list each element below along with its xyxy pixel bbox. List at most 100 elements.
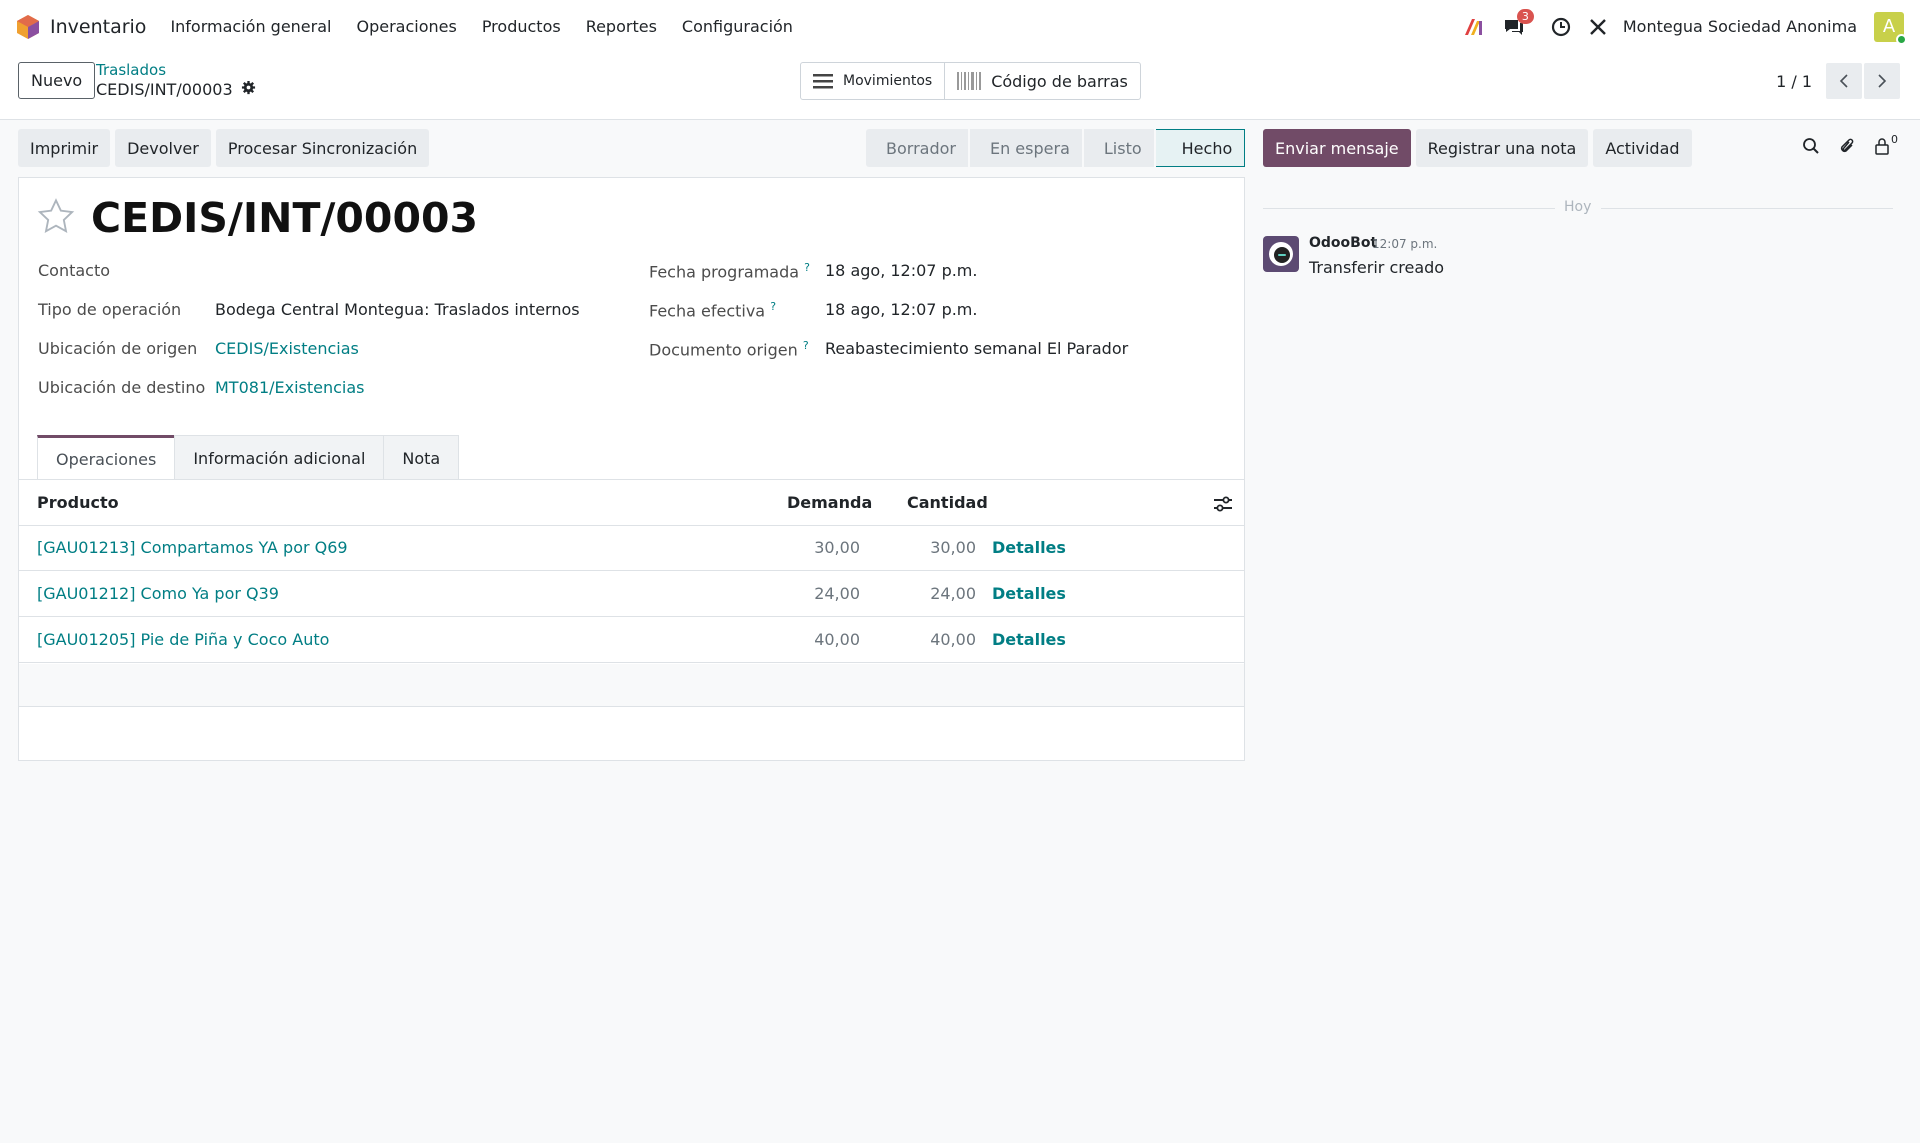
destination-location-link[interactable]: MT081/Existencias [215, 378, 365, 397]
product-link[interactable]: [GAU01213] Compartamos YA por Q69 [37, 538, 348, 557]
scheduled-date-value: 18 ago, 12:07 p.m. [825, 261, 978, 280]
table-row[interactable]: [GAU01212] Como Ya por Q39 24,00 24,00 D… [19, 572, 1244, 617]
pager-value[interactable]: 1 / 1 [1776, 72, 1812, 91]
quantity-cell[interactable]: 24,00 [896, 584, 976, 603]
quantity-cell[interactable]: 40,00 [896, 630, 976, 649]
tab-note[interactable]: Nota [383, 435, 460, 480]
debug-tools-icon[interactable] [1589, 18, 1607, 36]
effective-date-label-wrap: Fecha efectiva ? [649, 300, 776, 320]
details-button[interactable]: Detalles [992, 630, 1066, 649]
quantity-cell[interactable]: 30,00 [896, 538, 976, 557]
chevron-left-icon [1839, 74, 1848, 88]
breadcrumb-parent[interactable]: Traslados [96, 61, 166, 79]
search-icon[interactable] [1802, 137, 1820, 155]
destination-location-value-wrap: MT081/Existencias [215, 378, 365, 397]
record-title: CEDIS/INT/00003 [91, 194, 479, 242]
chatter-topbar: Enviar mensaje Registrar una nota Activi… [1263, 129, 1692, 167]
help-tooltip-icon[interactable]: ? [804, 261, 810, 274]
print-button[interactable]: Imprimir [18, 129, 111, 167]
notebook-tabs: Operaciones Información adicional Nota [37, 435, 460, 480]
demand-cell: 30,00 [814, 538, 860, 557]
tab-operations[interactable]: Operaciones [37, 435, 176, 480]
robot-icon [1269, 242, 1293, 266]
list-icon [813, 74, 833, 89]
pager-next-button[interactable] [1864, 63, 1900, 99]
destination-location-label-wrap: Ubicación de destino [38, 378, 205, 397]
source-location-label-wrap: Ubicación de origen [38, 339, 197, 358]
barcode-label: Código de barras [991, 71, 1128, 91]
details-button[interactable]: Detalles [992, 538, 1066, 557]
origin-document-value: Reabastecimiento semanal El Parador [825, 339, 1129, 358]
send-message-button[interactable]: Enviar mensaje [1263, 129, 1411, 167]
messages-icon[interactable]: 3 [1503, 8, 1534, 37]
barcode-smart-button[interactable]: Código de barras [945, 63, 1140, 99]
tab-additional-info[interactable]: Información adicional [174, 435, 385, 480]
stage-done[interactable]: Hecho [1155, 129, 1246, 167]
top-navbar: Inventario Información general Operacion… [0, 0, 1920, 53]
return-button[interactable]: Devolver [115, 129, 211, 167]
form-action-bar: Imprimir Devolver Procesar Sincronizació… [18, 129, 430, 167]
menu-item-overview[interactable]: Información general [170, 17, 331, 36]
column-demand[interactable]: Demanda [787, 493, 872, 512]
table-header: Producto Demanda Cantidad [19, 480, 1244, 526]
scheduled-date-value-wrap: 18 ago, 12:07 p.m. [825, 261, 977, 280]
menu-item-operations[interactable]: Operaciones [356, 17, 456, 36]
table-row[interactable]: [GAU01205] Pie de Piña y Coco Auto 40,00… [19, 618, 1244, 663]
activity-clock-icon[interactable] [1551, 17, 1571, 37]
chatter-icons: 0 [1802, 133, 1898, 155]
new-button[interactable]: Nuevo [18, 62, 96, 99]
help-tooltip-icon[interactable]: ? [803, 339, 809, 352]
star-icon[interactable] [37, 198, 75, 234]
studio-icon[interactable] [1463, 17, 1485, 37]
column-product[interactable]: Producto [37, 493, 119, 512]
source-location-link[interactable]: CEDIS/Existencias [215, 339, 359, 358]
company-switcher[interactable]: Montegua Sociedad Anonima [1623, 17, 1857, 36]
table-row[interactable]: [GAU01213] Compartamos YA por Q69 30,00 … [19, 526, 1244, 571]
stage-draft[interactable]: Borrador [866, 129, 968, 167]
messages-badge: 3 [1516, 8, 1534, 24]
main-menu: Información general Operaciones Producto… [170, 17, 818, 36]
paperclip-icon[interactable] [1838, 137, 1856, 155]
contact-label: Contacto [38, 261, 111, 280]
pager-previous-button[interactable] [1826, 63, 1862, 99]
message-body: Transferir creado [1309, 258, 1445, 277]
menu-item-products[interactable]: Productos [482, 17, 561, 36]
sync-button[interactable]: Procesar Sincronización [215, 129, 430, 167]
activity-button[interactable]: Actividad [1593, 129, 1692, 167]
inventory-app-icon[interactable] [16, 14, 40, 40]
menu-item-reports[interactable]: Reportes [586, 17, 657, 36]
barcode-icon [957, 72, 982, 90]
gear-icon[interactable] [241, 80, 256, 99]
user-avatar[interactable]: A [1874, 11, 1907, 45]
message-time: 12:07 p.m. [1372, 237, 1438, 251]
product-link[interactable]: [GAU01205] Pie de Piña y Coco Auto [37, 630, 329, 649]
stage-ready[interactable]: Listo [1083, 129, 1154, 167]
lock-icon [1875, 138, 1889, 155]
avatar-letter: A [1882, 16, 1896, 37]
followers-button[interactable]: 0 [1874, 133, 1898, 155]
odoobot-avatar[interactable] [1263, 236, 1299, 272]
menu-item-configuration[interactable]: Configuración [682, 17, 793, 36]
effective-date-label: Fecha efectiva [649, 301, 766, 321]
help-tooltip-icon[interactable]: ? [770, 300, 776, 313]
form-sheet: CEDIS/INT/00003 Contacto Tipo de operaci… [18, 177, 1245, 761]
table-footer-row [19, 664, 1244, 707]
column-settings-icon[interactable] [1214, 496, 1232, 512]
destination-location-label: Ubicación de destino [38, 378, 206, 397]
origin-document-label-wrap: Documento origen ? [649, 339, 809, 359]
details-button[interactable]: Detalles [992, 584, 1066, 603]
log-note-button[interactable]: Registrar una nota [1415, 129, 1589, 167]
product-link[interactable]: [GAU01212] Como Ya por Q39 [37, 584, 279, 603]
online-status-dot [1896, 33, 1907, 45]
column-quantity[interactable]: Cantidad [907, 493, 988, 512]
app-name[interactable]: Inventario [50, 16, 146, 38]
message-author[interactable]: OdooBot [1309, 235, 1377, 251]
operation-type-value-wrap: Bodega Central Montegua: Traslados inter… [215, 300, 580, 319]
demand-cell: 24,00 [814, 584, 860, 603]
breadcrumb-current: CEDIS/INT/00003 [96, 80, 256, 99]
effective-date-value-wrap: 18 ago, 12:07 p.m. [825, 300, 977, 319]
operation-type-value: Bodega Central Montegua: Traslados inter… [215, 300, 580, 319]
stage-waiting[interactable]: En espera [969, 129, 1082, 167]
moves-smart-button[interactable]: Movimientos [801, 63, 946, 99]
navbar-systray: 3 Montegua Sociedad Anonima A [1445, 8, 1907, 45]
